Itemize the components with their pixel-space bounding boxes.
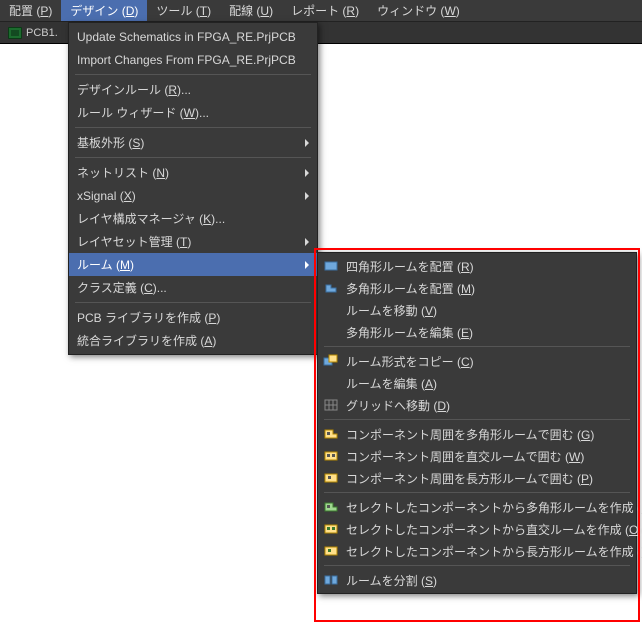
menu-item-label: Update Schematics in FPGA_RE.PrjPCB: [77, 30, 296, 44]
menu-item-label: Import Changes From FPGA_RE.PrjPCB: [77, 53, 296, 67]
submenu-arrow-icon: [305, 192, 309, 200]
blank-icon: [322, 375, 340, 391]
submenu-item-label: ルームを編集 (A): [346, 375, 437, 392]
menu-xsignal[interactable]: xSignal (X): [69, 184, 317, 207]
slice-room-icon: [322, 572, 340, 588]
menu-separator: [75, 74, 311, 75]
submenu-item-label: 多角形ルームを配置 (M): [346, 280, 475, 297]
menubar: 配置 (P) デザイン (D) ツール (T) 配線 (U) レポート (R) …: [0, 0, 642, 22]
menu-make-int-lib[interactable]: 統合ライブラリを作成 (A): [69, 329, 317, 352]
submenu-wrap-rect[interactable]: コンポーネント周囲を長方形ルームで囲む (P): [318, 467, 636, 489]
menubar-item-report[interactable]: レポート (R): [282, 0, 368, 21]
submenu-arrow-icon: [305, 139, 309, 147]
menu-layer-stack[interactable]: レイヤ構成マネージャ (K)...: [69, 207, 317, 230]
wrap-ortho-icon: [322, 448, 340, 464]
submenu-create-ortho[interactable]: セレクトしたコンポーネントから直交ルームを作成 (O): [318, 518, 636, 540]
submenu-item-label: 四角形ルームを配置 (R): [346, 258, 474, 275]
menubar-item-design[interactable]: デザイン (D): [61, 0, 147, 21]
menu-separator: [75, 157, 311, 158]
menu-item-label: レイヤ構成マネージャ (K)...: [77, 210, 295, 227]
menubar-item-tools[interactable]: ツール (T): [147, 0, 220, 21]
submenu-arrow-icon: [305, 238, 309, 246]
submenu-item-label: グリッドへ移動 (D): [346, 397, 450, 414]
room-rect-icon: [322, 258, 340, 274]
menu-separator: [75, 302, 311, 303]
menu-item-label: 統合ライブラリを作成 (A): [77, 332, 295, 349]
menubar-item-route[interactable]: 配線 (U): [220, 0, 282, 21]
submenu-place-poly[interactable]: 多角形ルームを配置 (M): [318, 277, 636, 299]
menu-separator: [324, 419, 630, 420]
menu-rule-wizard[interactable]: ルール ウィザード (W)...: [69, 101, 317, 124]
submenu-wrap-ortho[interactable]: コンポーネント周囲を直交ルームで囲む (W): [318, 445, 636, 467]
menu-separator: [324, 346, 630, 347]
menu-item-label: レイヤセット管理 (T): [77, 233, 295, 250]
menu-item-label: 基板外形 (S): [77, 134, 295, 151]
submenu-create-rect[interactable]: セレクトしたコンポーネントから長方形ルームを作成 (T): [318, 540, 636, 562]
submenu-item-label: セレクトしたコンポーネントから多角形ルームを作成 (N): [346, 499, 642, 516]
menu-class-def[interactable]: クラス定義 (C)...: [69, 276, 317, 299]
submenu-copy-room-fmt[interactable]: ルーム形式をコピー (C): [318, 350, 636, 372]
submenu-rooms: 四角形ルームを配置 (R) 多角形ルームを配置 (M) ルームを移動 (V) 多…: [317, 252, 637, 594]
pcb-doc-icon: [8, 27, 22, 39]
submenu-item-label: ルームを分割 (S): [346, 572, 437, 589]
create-ortho-room-icon: [322, 521, 340, 537]
create-rect-room-icon: [322, 543, 340, 559]
submenu-item-label: セレクトしたコンポーネントから直交ルームを作成 (O): [346, 521, 642, 538]
submenu-slice-room[interactable]: ルームを分割 (S): [318, 569, 636, 591]
submenu-item-label: ルーム形式をコピー (C): [346, 353, 474, 370]
menu-separator: [75, 127, 311, 128]
menu-item-label: クラス定義 (C)...: [77, 279, 295, 296]
menu-item-label: ネットリスト (N): [77, 164, 295, 181]
document-tab-label: PCB1.: [26, 27, 58, 39]
submenu-edit-room[interactable]: ルームを編集 (A): [318, 372, 636, 394]
menu-board-shape[interactable]: 基板外形 (S): [69, 131, 317, 154]
submenu-item-label: 多角形ルームを編集 (E): [346, 324, 473, 341]
submenu-wrap-poly[interactable]: コンポーネント周囲を多角形ルームで囲む (G): [318, 423, 636, 445]
submenu-move-to-grid[interactable]: グリッドへ移動 (D): [318, 394, 636, 416]
document-tab[interactable]: PCB1.: [2, 25, 64, 41]
menu-item-label: ルール ウィザード (W)...: [77, 104, 295, 121]
menu-design-rules[interactable]: デザインルール (R)...: [69, 78, 317, 101]
submenu-arrow-icon: [305, 261, 309, 269]
menubar-item-place[interactable]: 配置 (P): [0, 0, 61, 21]
submenu-item-label: ルームを移動 (V): [346, 302, 437, 319]
copy-room-icon: [322, 353, 340, 369]
submenu-item-label: コンポーネント周囲を直交ルームで囲む (W): [346, 448, 584, 465]
menu-item-label: PCB ライブラリを作成 (P): [77, 309, 295, 326]
menu-layerset[interactable]: レイヤセット管理 (T): [69, 230, 317, 253]
menu-import-changes[interactable]: Import Changes From FPGA_RE.PrjPCB: [69, 48, 317, 71]
submenu-place-rect[interactable]: 四角形ルームを配置 (R): [318, 255, 636, 277]
menu-item-label: xSignal (X): [77, 189, 295, 203]
menu-item-label: デザインルール (R)...: [77, 81, 295, 98]
wrap-poly-icon: [322, 426, 340, 442]
submenu-item-label: コンポーネント周囲を多角形ルームで囲む (G): [346, 426, 594, 443]
menu-make-pcb-lib[interactable]: PCB ライブラリを作成 (P): [69, 306, 317, 329]
menu-design: Update Schematics in FPGA_RE.PrjPCB Impo…: [68, 22, 318, 355]
submenu-create-poly[interactable]: セレクトしたコンポーネントから多角形ルームを作成 (N): [318, 496, 636, 518]
blank-icon: [322, 324, 340, 340]
menu-item-label: ルーム (M): [77, 256, 295, 273]
menu-update-schematics[interactable]: Update Schematics in FPGA_RE.PrjPCB: [69, 25, 317, 48]
menu-rooms[interactable]: ルーム (M): [69, 253, 317, 276]
submenu-item-label: セレクトしたコンポーネントから長方形ルームを作成 (T): [346, 543, 642, 560]
blank-icon: [322, 302, 340, 318]
submenu-arrow-icon: [305, 169, 309, 177]
wrap-rect-icon: [322, 470, 340, 486]
create-poly-room-icon: [322, 499, 340, 515]
submenu-item-label: コンポーネント周囲を長方形ルームで囲む (P): [346, 470, 593, 487]
submenu-edit-poly[interactable]: 多角形ルームを編集 (E): [318, 321, 636, 343]
grid-icon: [322, 397, 340, 413]
menu-separator: [324, 492, 630, 493]
room-poly-icon: [322, 280, 340, 296]
menubar-item-window[interactable]: ウィンドウ (W): [368, 0, 469, 21]
submenu-move-room[interactable]: ルームを移動 (V): [318, 299, 636, 321]
menu-netlist[interactable]: ネットリスト (N): [69, 161, 317, 184]
menu-separator: [324, 565, 630, 566]
